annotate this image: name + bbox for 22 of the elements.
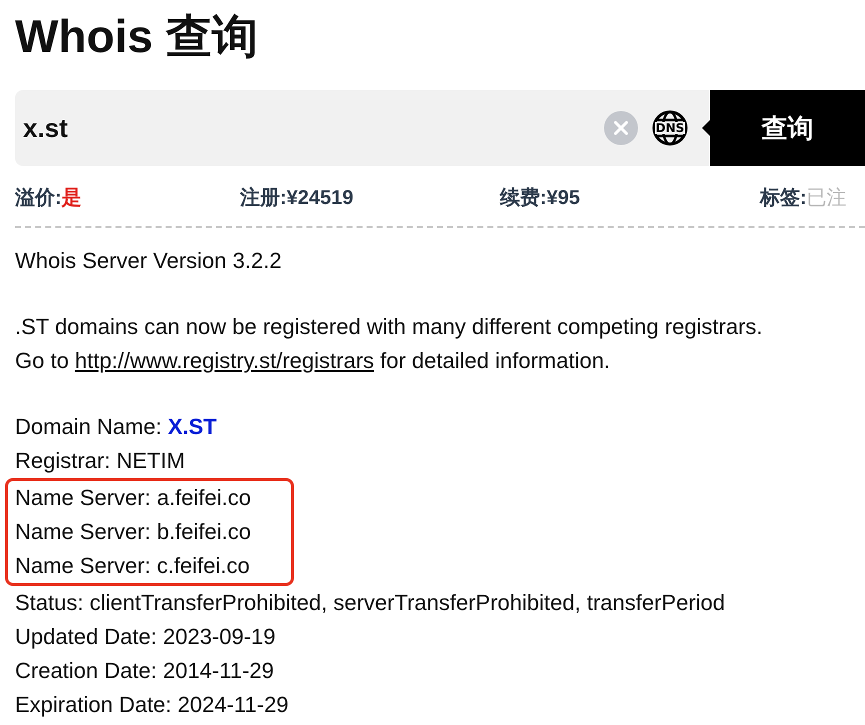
stat-text: 注册:¥24519 [240,186,354,211]
dns-button[interactable]: DNS [652,110,688,146]
registrars-link[interactable]: http://www.registry.st/registrars [74,348,374,373]
notice-text: Go to http://www.registry.st/registrars for detailed information. [15,347,610,375]
search-button[interactable]: 查询 [710,90,865,166]
record-line: Registrar: NETIM [15,447,185,475]
search-field[interactable]: x.st DNS 查询 [15,90,865,166]
record-line: Name Server: b.feifei.co [15,518,251,546]
clear-button[interactable] [604,111,638,145]
stat-text: 续费:¥95 [500,186,580,211]
notice-text: .ST domains can now be registered with many different competing registrars. [15,313,763,341]
stat-text: 溢价:是 [15,186,82,211]
server-version-text: Whois Server Version 3.2.2 [15,247,282,275]
record-line: Expiration Date: 2024-11-29 [15,691,289,719]
record-line: Creation Date: 2014-11-29 [15,657,274,685]
record-line: Name Server: c.feifei.co [15,552,250,580]
stat-text: 标签:已注 [760,186,847,211]
page-title: Whois 查询 [14,9,258,64]
record-line: Domain Name: X.ST [15,413,217,441]
record-line: Updated Date: 2023-09-19 [15,623,276,651]
record-line: Name Server: a.feifei.co [15,484,251,512]
record-line: Status: clientTransferProhibited, serverTransferProhibited, transferPeriod [15,589,726,617]
